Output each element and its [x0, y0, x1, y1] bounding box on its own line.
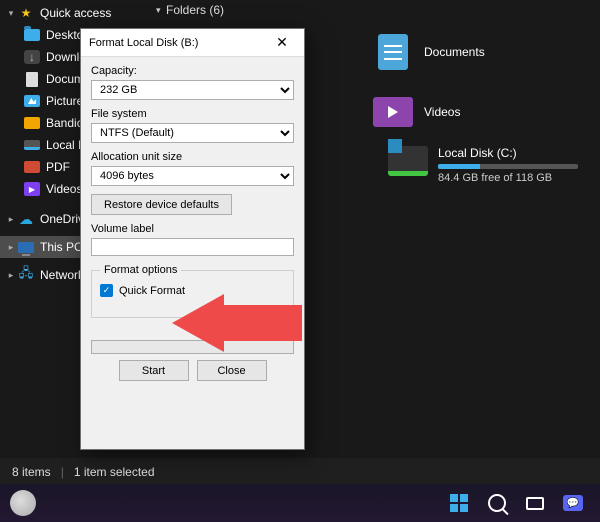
start-button[interactable]: Start [119, 360, 189, 381]
video-icon [373, 97, 413, 127]
start-button[interactable] [442, 488, 476, 518]
pdf-icon [24, 161, 40, 173]
format-options-fieldset: Format options ✓ Quick Format [91, 264, 294, 318]
status-selection: 1 item selected [74, 465, 155, 479]
folders-section-header[interactable]: ▾ Folders (6) [150, 0, 600, 20]
allocation-label: Allocation unit size [91, 151, 294, 163]
folder-tile-documents[interactable]: Documents [372, 28, 572, 76]
cloud-icon: ☁ [18, 211, 34, 227]
filesystem-select[interactable]: NTFS (Default) [91, 123, 294, 143]
sidebar-item-label: Videos [46, 182, 82, 196]
sidebar-item-label: Bandic [46, 116, 83, 130]
folder-tile-videos[interactable]: Videos [372, 88, 572, 136]
quick-format-label: Quick Format [119, 285, 185, 297]
quick-format-row[interactable]: ✓ Quick Format [100, 284, 285, 297]
pc-icon [18, 242, 34, 253]
folder-icon [24, 29, 40, 41]
chevron-down-icon: ▾ [156, 5, 166, 16]
video-icon: ▶ [24, 182, 40, 196]
status-bar: 8 items | 1 item selected [0, 458, 600, 486]
filesystem-label: File system [91, 108, 294, 120]
capacity-label: Capacity: [91, 65, 294, 77]
document-icon [378, 34, 408, 70]
windows-icon [450, 494, 468, 512]
task-view-icon [526, 497, 544, 510]
dialog-title-text: Format Local Disk (B:) [89, 37, 268, 49]
sidebar-item-label: This PC [40, 240, 83, 254]
format-dialog: Format Local Disk (B:) ✕ Capacity: 232 G… [80, 28, 305, 450]
format-options-legend: Format options [100, 264, 181, 276]
sidebar-item-label: Network [40, 268, 84, 282]
sidebar-item-label: OneDriv [40, 212, 84, 226]
folders-header-label: Folders (6) [166, 3, 224, 17]
drive-tile-c[interactable]: Local Disk (C:) 84.4 GB free of 118 GB [388, 146, 578, 184]
close-icon: ✕ [276, 34, 288, 51]
star-icon: ★ [18, 5, 34, 21]
sidebar-item-label: PDF [46, 160, 70, 174]
document-icon [26, 72, 38, 87]
quick-access-node[interactable]: ▾ ★ Quick access [0, 2, 150, 24]
allocation-select[interactable]: 4096 bytes [91, 166, 294, 186]
drive-free-space: 84.4 GB free of 118 GB [438, 172, 578, 184]
weather-widget[interactable] [10, 490, 36, 516]
drive-name: Local Disk (C:) [438, 146, 578, 160]
close-button[interactable]: ✕ [268, 29, 296, 57]
quick-access-label: Quick access [40, 6, 111, 20]
sidebar-item-label: Docum [46, 72, 84, 86]
chevron-right-icon: ▸ [6, 242, 16, 253]
dialog-titlebar[interactable]: Format Local Disk (B:) ✕ [81, 29, 304, 57]
search-button[interactable] [480, 488, 514, 518]
restore-defaults-button[interactable]: Restore device defaults [91, 194, 232, 215]
folder-name: Documents [424, 45, 485, 59]
sidebar-item-label: Local I [46, 138, 81, 152]
search-icon [488, 494, 506, 512]
capacity-bar [438, 164, 578, 169]
task-view-button[interactable] [518, 488, 552, 518]
capacity-select[interactable]: 232 GB [91, 80, 294, 100]
separator: | [61, 465, 64, 479]
folder-name: Videos [424, 105, 460, 119]
chevron-down-icon: ▾ [6, 8, 16, 19]
drive-icon [388, 146, 428, 176]
volume-label-input[interactable] [91, 238, 294, 256]
chevron-right-icon: ▸ [6, 214, 16, 225]
picture-icon [24, 95, 40, 107]
folder-icon [24, 117, 40, 129]
taskbar: 💬 [0, 484, 600, 522]
download-icon: ↓ [24, 50, 40, 64]
chat-icon: 💬 [563, 495, 583, 511]
volume-label-label: Volume label [91, 223, 294, 235]
network-icon: 🖧 [18, 267, 34, 283]
chat-button[interactable]: 💬 [556, 488, 590, 518]
close-dialog-button[interactable]: Close [197, 360, 267, 381]
drive-icon [24, 140, 40, 150]
chevron-right-icon: ▸ [6, 270, 16, 281]
status-item-count: 8 items [12, 465, 51, 479]
sidebar-item-label: Picture [46, 94, 83, 108]
format-progress-bar [91, 340, 294, 354]
quick-format-checkbox[interactable]: ✓ [100, 284, 113, 297]
